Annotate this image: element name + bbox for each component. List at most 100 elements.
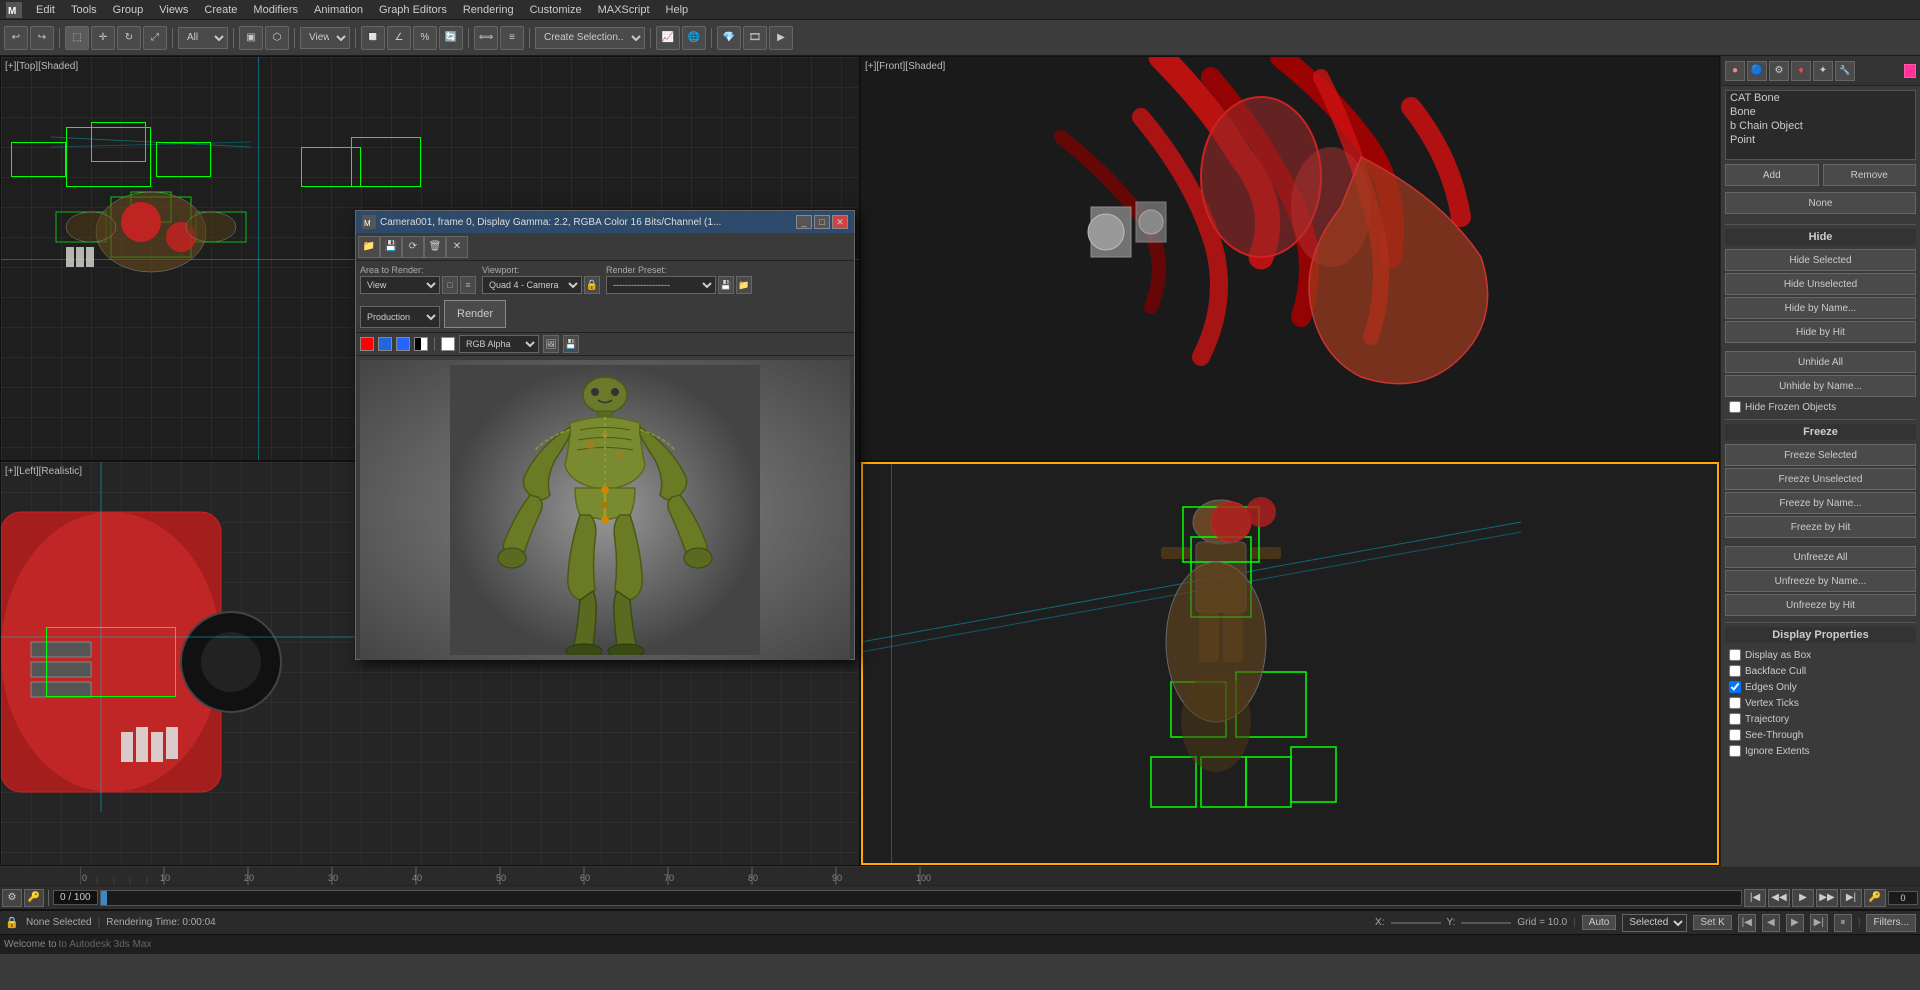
list-item-chain[interactable]: b Chain Object [1726, 119, 1915, 133]
menu-item-edit[interactable]: Edit [28, 2, 63, 18]
menu-item-graph-editors[interactable]: Graph Editors [371, 2, 455, 18]
list-item-point[interactable]: Point [1726, 133, 1915, 147]
area-icon-2[interactable]: ≡ [460, 276, 476, 294]
full-white-swatch[interactable] [441, 337, 455, 351]
pb-btn-2[interactable]: ◀ [1762, 914, 1780, 932]
viewport-camera[interactable] [860, 461, 1720, 866]
next-frame-btn[interactable]: ▶▶ [1816, 889, 1838, 907]
pb-btn-5[interactable]: ⏸ [1834, 914, 1852, 932]
dialog-maximize-btn[interactable]: □ [814, 215, 830, 229]
dialog-close-btn[interactable]: ✕ [832, 215, 848, 229]
list-item-cat-bone[interactable]: CAT Bone [1726, 91, 1915, 105]
area-icon-1[interactable]: □ [442, 276, 458, 294]
hide-selected-btn[interactable]: Hide Selected [1725, 249, 1916, 271]
select-filter-dropdown[interactable]: All [178, 27, 228, 49]
add-button[interactable]: Add [1725, 164, 1819, 186]
play-btn[interactable]: ▶ [1792, 889, 1814, 907]
menu-item-create[interactable]: Create [196, 2, 245, 18]
viewport-front[interactable]: [+][Front][Shaded] [860, 56, 1720, 461]
viewport-mode-dropdown[interactable]: View [300, 27, 350, 49]
unhide-by-name-btn[interactable]: Unhide by Name... [1725, 375, 1916, 397]
menu-item-modifiers[interactable]: Modifiers [245, 2, 306, 18]
unfreeze-by-name-btn[interactable]: Unfreeze by Name... [1725, 570, 1916, 592]
menu-item-maxscript[interactable]: MAXScript [590, 2, 658, 18]
remove-button[interactable]: Remove [1823, 164, 1917, 186]
freeze-selected-btn[interactable]: Freeze Selected [1725, 444, 1916, 466]
toolbar-render-setup[interactable]: 🎞 [743, 26, 767, 50]
see-through-cb[interactable] [1729, 729, 1741, 741]
toolbar-render[interactable]: ▶ [769, 26, 793, 50]
key-mode-btn[interactable]: 🔑 [1864, 889, 1886, 907]
ignore-extents-cb[interactable] [1729, 745, 1741, 757]
toolbar-snap-spinner[interactable]: 🔄 [439, 26, 463, 50]
toolbar-select[interactable]: ⬚ [65, 26, 89, 50]
viewport-dropdown[interactable]: Quad 4 - Camera [482, 276, 582, 294]
go-start-btn[interactable]: |◀ [1744, 889, 1766, 907]
rd-tool-5[interactable]: ✕ [446, 236, 468, 258]
display-as-box-cb[interactable] [1729, 649, 1741, 661]
hide-frozen-cb[interactable] [1729, 401, 1741, 413]
menu-item-help[interactable]: Help [658, 2, 697, 18]
toolbar-angle-snap[interactable]: ∠ [387, 26, 411, 50]
toolbar-rotate[interactable]: ↻ [117, 26, 141, 50]
production-dropdown[interactable]: Production [360, 306, 440, 328]
toolbar-curve-editor[interactable]: 📈 [656, 26, 680, 50]
ch-icon-2[interactable]: 💾 [563, 335, 579, 353]
rp-icon-5[interactable]: ✦ [1813, 61, 1833, 81]
freeze-by-hit-btn[interactable]: Freeze by Hit [1725, 516, 1916, 538]
toolbar-move[interactable]: ✛ [91, 26, 115, 50]
ch-icon-1[interactable]: 🖼 [543, 335, 559, 353]
area-to-render-dropdown[interactable]: View [360, 276, 440, 294]
pb-btn-1[interactable]: |◀ [1738, 914, 1756, 932]
menu-item-views[interactable]: Views [151, 2, 196, 18]
render-preset-dropdown[interactable]: ------------------- [606, 276, 716, 294]
dialog-minimize-btn[interactable]: _ [796, 215, 812, 229]
rd-tool-2[interactable]: 💾 [380, 236, 402, 258]
vp-lock-icon[interactable]: 🔒 [584, 276, 600, 294]
toolbar-percent-snap[interactable]: % [413, 26, 437, 50]
hide-unselected-btn[interactable]: Hide Unselected [1725, 273, 1916, 295]
toolbar-redo[interactable]: ↪ [30, 26, 54, 50]
prev-frame-btn[interactable]: ◀◀ [1768, 889, 1790, 907]
toolbar-mirror[interactable]: ⟺ [474, 26, 498, 50]
selected-dropdown[interactable]: Selected [1622, 914, 1687, 932]
menu-item-tools[interactable]: Tools [63, 2, 105, 18]
menu-item-customize[interactable]: Customize [522, 2, 590, 18]
toolbar-snap-toggle[interactable]: 🔲 [361, 26, 385, 50]
unfreeze-all-btn[interactable]: Unfreeze All [1725, 546, 1916, 568]
list-item-bone[interactable]: Bone [1726, 105, 1915, 119]
toolbar-align[interactable]: ≡ [500, 26, 524, 50]
channel-dropdown[interactable]: RGB Alpha [459, 335, 539, 353]
pb-btn-3[interactable]: ▶ [1786, 914, 1804, 932]
half-split-swatch[interactable] [414, 337, 428, 351]
rp-icon-4[interactable]: ♦ [1791, 61, 1811, 81]
toolbar-scale[interactable]: ⤢ [143, 26, 167, 50]
toolbar-schematic[interactable]: 🌐 [682, 26, 706, 50]
y-input[interactable] [1461, 922, 1511, 924]
rp-icon-6[interactable]: 🔧 [1835, 61, 1855, 81]
unhide-all-btn[interactable]: Unhide All [1725, 351, 1916, 373]
timeline-slider[interactable] [100, 890, 1742, 906]
edges-only-cb[interactable] [1729, 681, 1741, 693]
anim-icon-1[interactable]: ⚙ [2, 889, 22, 907]
rd-tool-3[interactable]: ⟳ [402, 236, 424, 258]
named-selection-dropdown[interactable]: Create Selection... [535, 27, 645, 49]
red-swatch[interactable] [360, 337, 374, 351]
rp-icon-2[interactable]: 🔵 [1747, 61, 1767, 81]
rd-tool-4[interactable]: 🗑 [424, 236, 446, 258]
x-input[interactable] [1391, 922, 1441, 924]
unfreeze-by-hit-btn[interactable]: Unfreeze by Hit [1725, 594, 1916, 616]
vertex-ticks-cb[interactable] [1729, 697, 1741, 709]
menu-item-group[interactable]: Group [105, 2, 152, 18]
hide-by-hit-btn[interactable]: Hide by Hit [1725, 321, 1916, 343]
backface-cull-cb[interactable] [1729, 665, 1741, 677]
rd-tool-1[interactable]: 📁 [358, 236, 380, 258]
pb-btn-4[interactable]: ▶| [1810, 914, 1828, 932]
toolbar-material-editor[interactable]: 💎 [717, 26, 741, 50]
toolbar-undo[interactable]: ↩ [4, 26, 28, 50]
auto-btn[interactable]: Auto [1582, 915, 1617, 930]
trajectory-cb[interactable] [1729, 713, 1741, 725]
hide-by-name-btn[interactable]: Hide by Name... [1725, 297, 1916, 319]
set-k-btn[interactable]: Set K [1693, 915, 1731, 930]
preset-icon-1[interactable]: 💾 [718, 276, 734, 294]
